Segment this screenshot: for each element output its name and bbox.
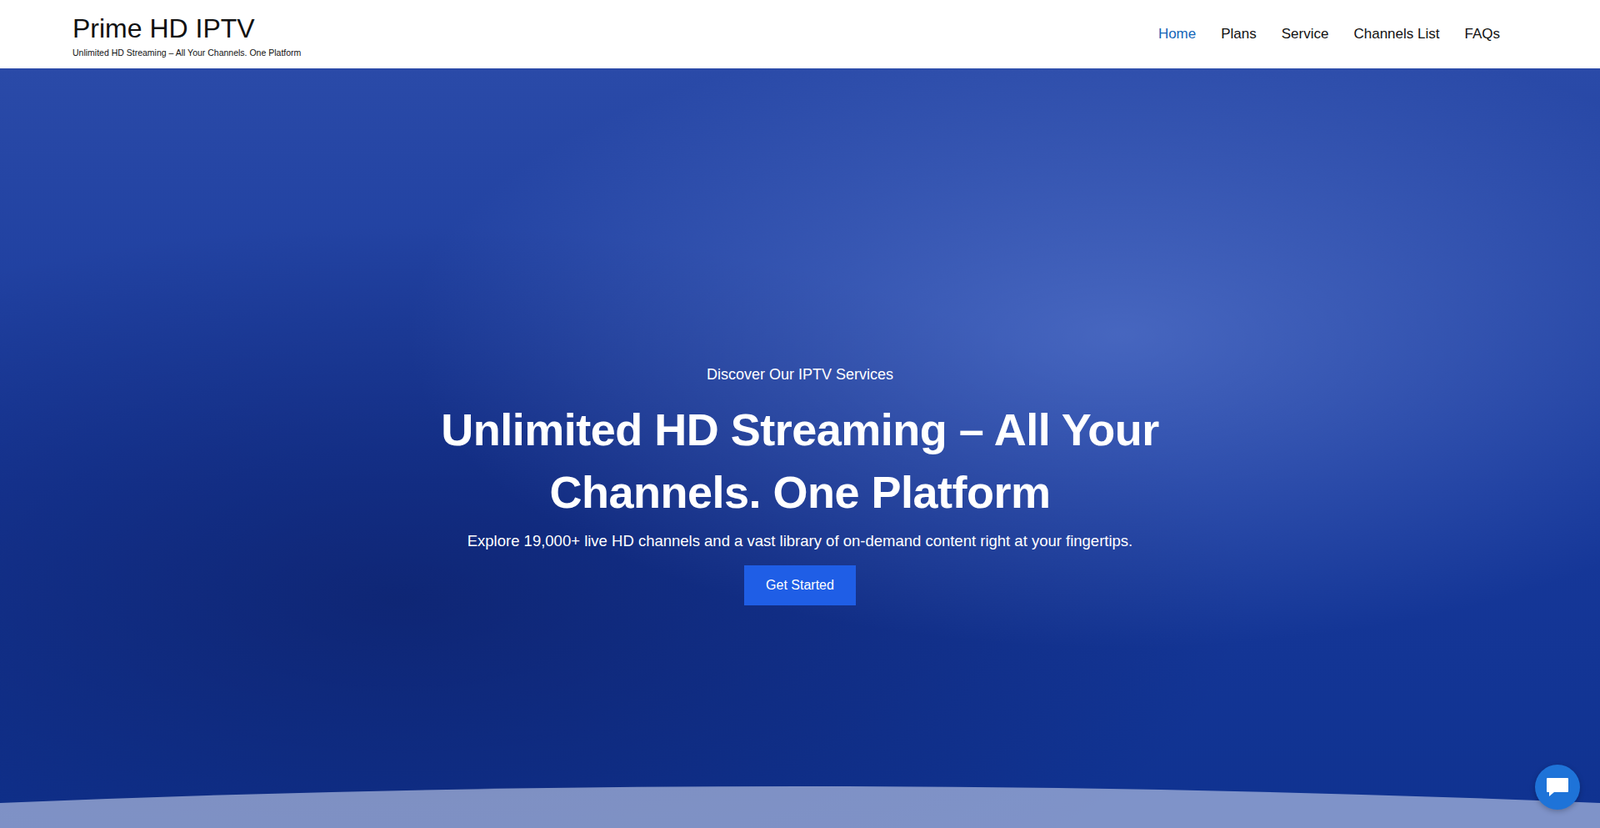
nav-item[interactable]: Plans bbox=[1220, 22, 1257, 46]
nav-item[interactable]: Channels List bbox=[1353, 22, 1440, 46]
site-title[interactable]: Prime HD IPTV bbox=[72, 15, 301, 42]
get-started-button[interactable]: Get Started bbox=[744, 565, 856, 605]
hero-description: Explore 19,000+ live HD channels and a v… bbox=[467, 532, 1134, 549]
hero-banner: Discover Our IPTV Services Unlimited HD S… bbox=[0, 68, 1600, 828]
hero-wave bbox=[0, 785, 1600, 828]
site-header: Prime HD IPTV Unlimited HD Streaming – Al… bbox=[0, 0, 1600, 69]
chat-icon bbox=[1545, 775, 1570, 799]
brand[interactable]: Prime HD IPTV Unlimited HD Streaming – Al… bbox=[72, 10, 301, 59]
nav-item[interactable]: Service bbox=[1281, 22, 1330, 46]
chat-button[interactable] bbox=[1535, 764, 1580, 810]
site-tagline: Unlimited HD Streaming – All Your Channe… bbox=[72, 48, 301, 59]
nav-item[interactable]: Home bbox=[1158, 22, 1196, 46]
hero-title: Unlimited HD Streaming – All Your Channe… bbox=[425, 398, 1175, 525]
hero-eyebrow: Discover Our IPTV Services bbox=[706, 365, 894, 384]
main-nav: Home Plans Service Channels List FAQs bbox=[1158, 22, 1500, 46]
nav-item[interactable]: FAQs bbox=[1464, 22, 1500, 46]
